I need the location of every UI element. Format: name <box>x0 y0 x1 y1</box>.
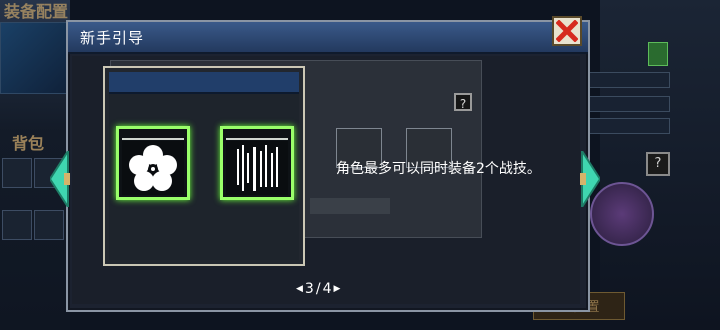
triangle-right-icon[interactable]: ▶ <box>333 284 340 294</box>
bag-label: 背包 <box>12 134 45 153</box>
bag-slot <box>2 158 32 188</box>
slash-lines-icon <box>226 141 288 195</box>
dialog-header: 新手引导 <box>68 22 588 54</box>
stat-row <box>588 96 670 112</box>
faded-label-bar <box>310 198 390 214</box>
page-separator: / <box>315 281 321 297</box>
lock-icon <box>648 42 668 66</box>
page-indicator: ◀ 3 / 4 ▶ <box>296 281 340 297</box>
help-icon: ? <box>454 93 472 111</box>
dialog-title: 新手引导 <box>80 29 145 47</box>
stat-row <box>588 118 670 134</box>
skill-slot-1 <box>116 126 190 200</box>
page-total: 4 <box>322 281 332 297</box>
flower-icon <box>122 141 184 195</box>
help-icon: ? <box>646 152 670 176</box>
equipment-tile <box>0 22 72 94</box>
chevron-right-icon <box>580 147 602 211</box>
tutorial-hint-text: 角色最多可以同时装备2个战技。 <box>336 161 541 177</box>
skill-slot-2 <box>220 126 294 200</box>
right-panel: ? <box>588 0 720 330</box>
bag-slot <box>34 210 64 240</box>
prev-page-arrow[interactable] <box>48 147 70 211</box>
page-current: 3 <box>304 281 314 297</box>
chevron-left-icon <box>48 147 70 211</box>
stat-row <box>588 72 670 88</box>
frame-header-bar <box>109 72 299 94</box>
bag-slot <box>2 210 32 240</box>
left-panel-title: 装备配置 <box>4 2 69 21</box>
close-button[interactable] <box>552 16 582 46</box>
next-page-arrow[interactable] <box>580 147 602 211</box>
close-x-icon <box>556 20 578 42</box>
triangle-left-icon[interactable]: ◀ <box>296 284 303 294</box>
